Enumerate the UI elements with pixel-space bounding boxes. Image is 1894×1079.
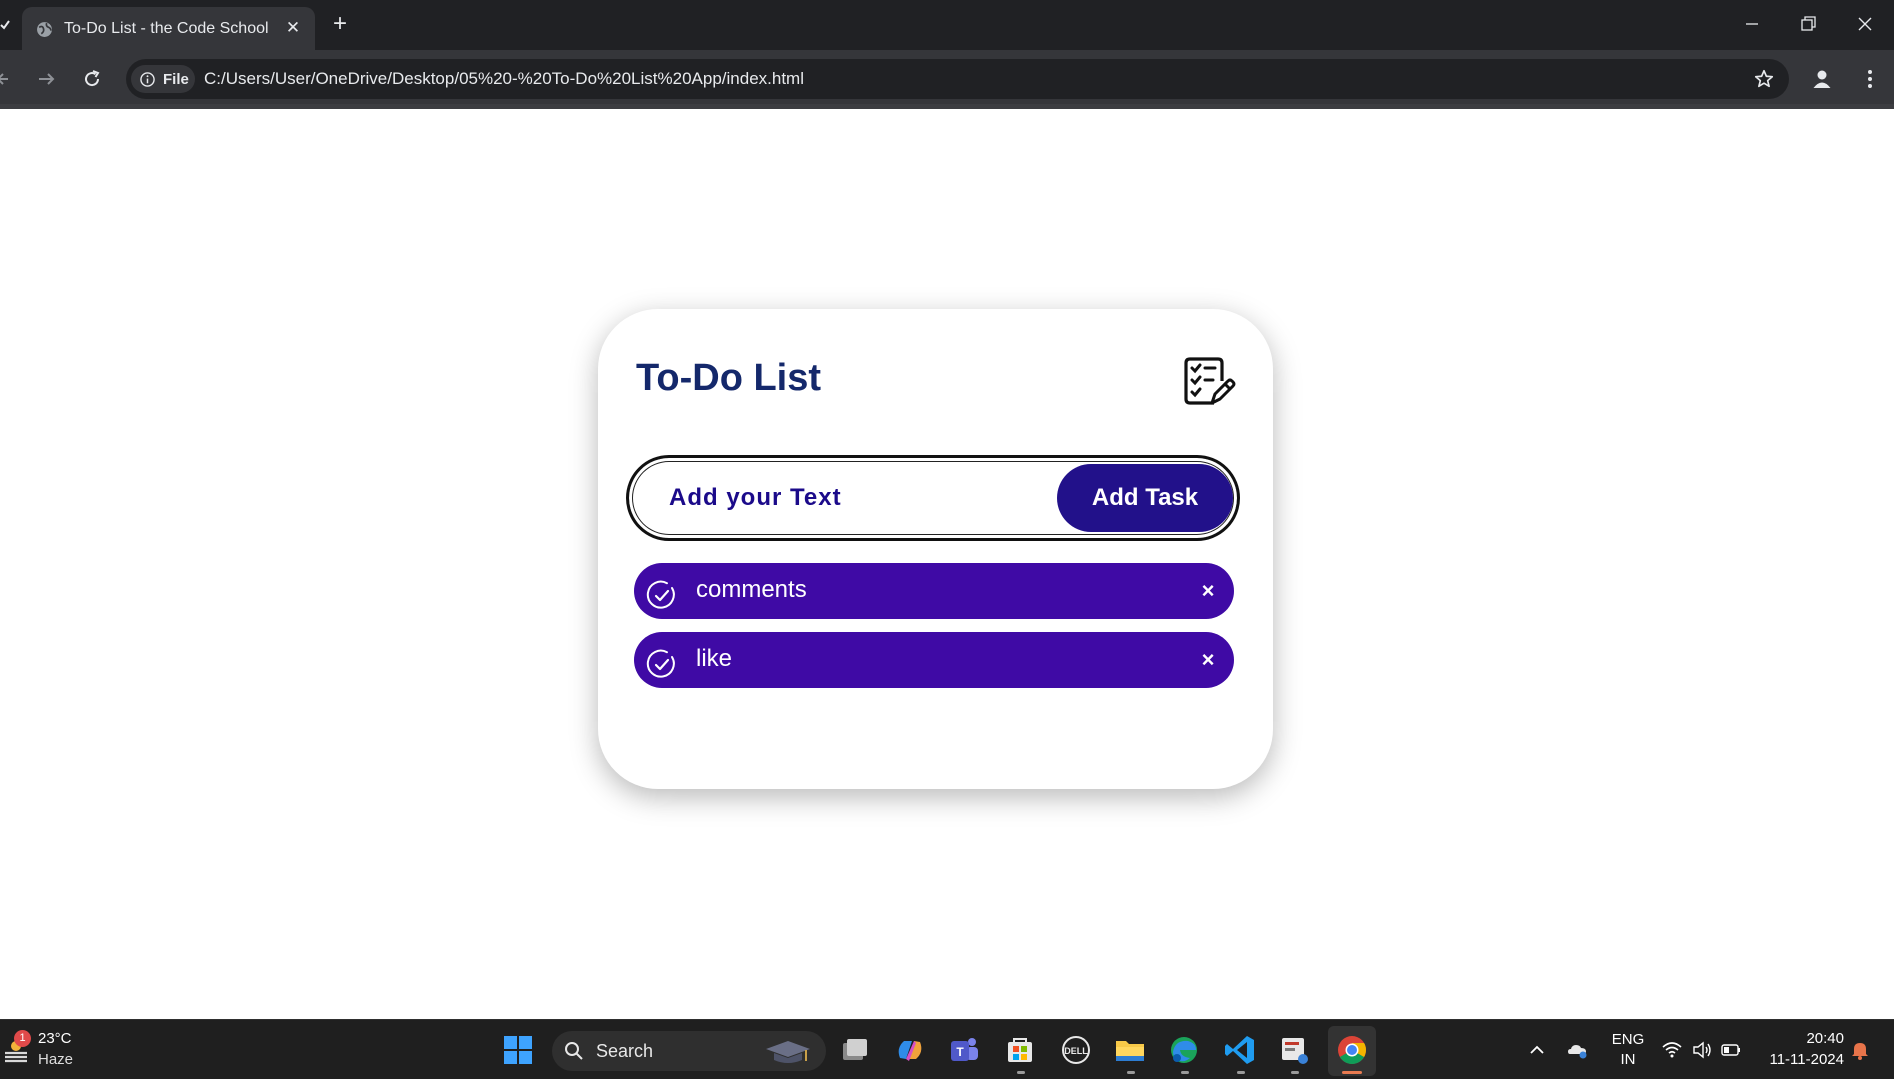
clock-date[interactable]: 11-11-2024 xyxy=(1758,1051,1844,1068)
task-view-icon[interactable] xyxy=(836,1032,872,1068)
svg-text:DELL: DELL xyxy=(1064,1046,1088,1056)
store-icon[interactable] xyxy=(1002,1032,1038,1068)
svg-text:T: T xyxy=(956,1045,964,1059)
back-icon[interactable] xyxy=(0,67,18,91)
todo-card: To-Do List Add Task comments × like xyxy=(598,309,1273,789)
windows-start-icon[interactable] xyxy=(500,1032,536,1068)
task-text: like xyxy=(696,645,733,672)
browser-tab-strip: To-Do List - the Code School ✕ + xyxy=(0,0,1894,50)
wifi-icon[interactable] xyxy=(1661,1039,1683,1061)
search-icon xyxy=(565,1042,583,1060)
clock-time[interactable]: 20:40 xyxy=(1758,1030,1844,1047)
restore-icon[interactable] xyxy=(1796,12,1820,36)
delete-task-button[interactable]: × xyxy=(1196,648,1220,672)
browser-toolbar: File C:/Users/User/OneDrive/Desktop/05%2… xyxy=(0,50,1894,108)
running-indicator xyxy=(1237,1071,1245,1074)
browser-tab[interactable]: To-Do List - the Code School ✕ xyxy=(22,7,315,50)
address-bar[interactable]: File C:/Users/User/OneDrive/Desktop/05%2… xyxy=(126,59,1789,99)
volume-icon[interactable] xyxy=(1691,1039,1713,1061)
running-indicator xyxy=(1017,1071,1025,1074)
battery-icon[interactable] xyxy=(1720,1039,1742,1061)
chevron-up-icon[interactable] xyxy=(1526,1039,1548,1061)
file-explorer-icon[interactable] xyxy=(1112,1032,1148,1068)
minimize-icon[interactable] xyxy=(1740,12,1764,36)
delete-task-button[interactable]: × xyxy=(1196,579,1220,603)
running-indicator xyxy=(1181,1071,1189,1074)
menu-kebab-icon[interactable] xyxy=(1858,67,1882,91)
language-line1[interactable]: ENG xyxy=(1610,1031,1646,1048)
task-input[interactable] xyxy=(669,476,1029,520)
unchecked-circle-icon[interactable] xyxy=(646,648,678,680)
notification-badge: 1 xyxy=(14,1030,31,1047)
forward-icon[interactable] xyxy=(35,67,59,91)
teams-icon[interactable]: T xyxy=(946,1032,982,1068)
info-icon xyxy=(140,72,155,87)
copilot-icon[interactable] xyxy=(892,1032,928,1068)
tab-title: To-Do List - the Code School xyxy=(64,20,269,37)
task-list: comments × like × xyxy=(634,563,1234,701)
new-tab-button[interactable]: + xyxy=(328,12,352,36)
unchecked-circle-icon[interactable] xyxy=(646,579,678,611)
windows-taskbar: 1 23°C Haze Search T DELL ENG IN 20:40 1… xyxy=(0,1019,1894,1079)
site-info-chip[interactable]: File xyxy=(131,65,195,93)
globe-icon xyxy=(37,22,52,37)
search-label: Search xyxy=(596,1041,654,1061)
reload-icon[interactable] xyxy=(80,67,104,91)
tab-search-icon[interactable] xyxy=(0,14,10,36)
url-text[interactable]: C:/Users/User/OneDrive/Desktop/05%20-%20… xyxy=(204,69,804,89)
dell-icon[interactable]: DELL xyxy=(1058,1032,1094,1068)
vscode-icon[interactable] xyxy=(1222,1032,1258,1068)
language-line2[interactable]: IN xyxy=(1610,1051,1646,1068)
toolbar-divider xyxy=(0,104,1894,109)
edge-icon[interactable] xyxy=(1166,1032,1202,1068)
running-indicator xyxy=(1127,1071,1135,1074)
add-task-button[interactable]: Add Task xyxy=(1057,464,1233,532)
onedrive-icon[interactable] xyxy=(1566,1039,1588,1061)
app-title: To-Do List xyxy=(636,357,822,399)
task-item[interactable]: like × xyxy=(634,632,1234,688)
running-indicator xyxy=(1291,1071,1299,1074)
tab-close-button[interactable]: ✕ xyxy=(283,18,303,38)
profile-icon[interactable] xyxy=(1810,67,1834,91)
close-window-icon[interactable] xyxy=(1853,12,1877,36)
chrome-icon[interactable] xyxy=(1334,1032,1370,1068)
task-item[interactable]: comments × xyxy=(634,563,1234,619)
checklist-edit-icon xyxy=(1184,357,1236,405)
bookmark-star-icon[interactable] xyxy=(1753,68,1775,90)
weather-description: Haze xyxy=(38,1051,74,1068)
active-indicator xyxy=(1342,1071,1362,1074)
task-text: comments xyxy=(696,576,807,603)
site-info-label: File xyxy=(163,71,189,88)
weather-temperature: 23°C xyxy=(38,1030,72,1047)
task-input-row: Add Task xyxy=(626,455,1240,541)
graduation-cap-icon xyxy=(766,1041,810,1063)
notification-bell-icon[interactable] xyxy=(1849,1039,1871,1061)
taskbar-search[interactable]: Search xyxy=(552,1031,826,1071)
snipping-tool-icon[interactable] xyxy=(1276,1032,1312,1068)
